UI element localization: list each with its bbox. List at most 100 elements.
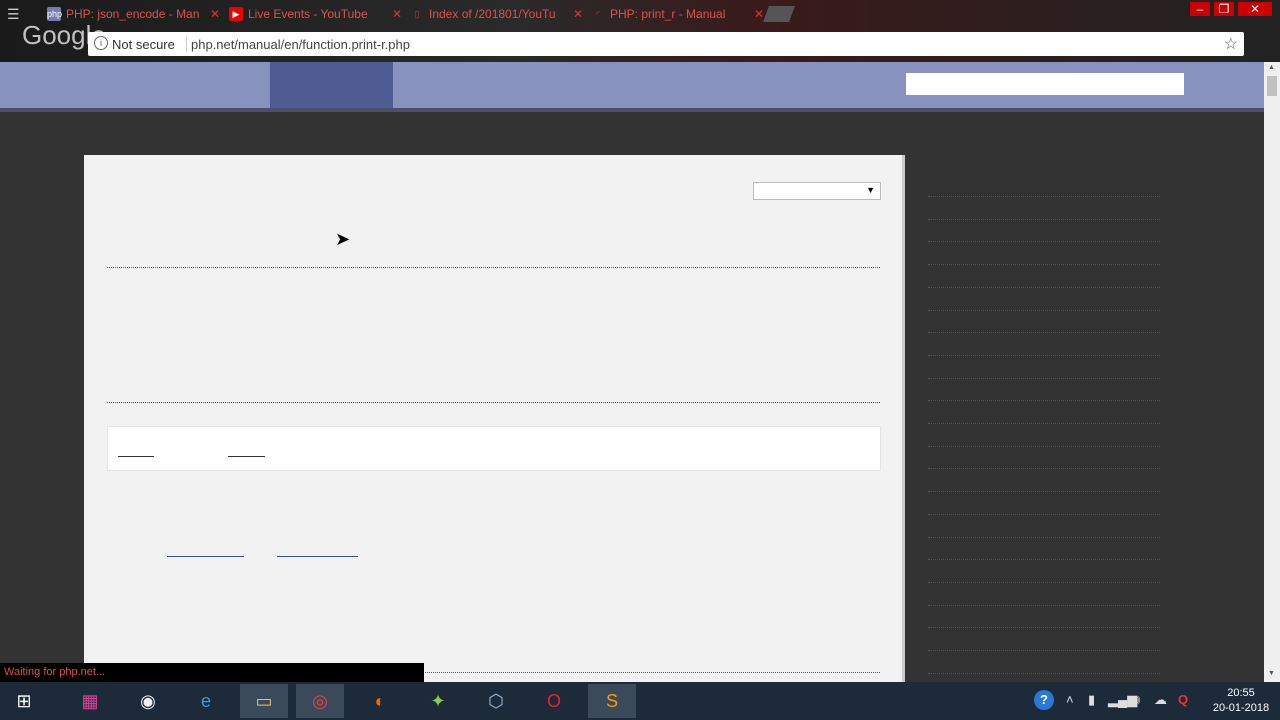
url-text[interactable]: php.net/manual/en/function.print-r.php bbox=[191, 37, 410, 52]
help-icon[interactable]: ? bbox=[1034, 690, 1054, 710]
taskbar-app-colors-app[interactable]: ▦ bbox=[66, 684, 114, 718]
sidebar-item[interactable] bbox=[928, 377, 1160, 379]
example-box bbox=[107, 426, 881, 471]
sidebar-item[interactable] bbox=[928, 286, 1160, 288]
sublime-icon: S bbox=[605, 691, 618, 711]
loading-icon: ◜ bbox=[596, 9, 600, 19]
opera-icon: O bbox=[546, 691, 561, 711]
volume-icon[interactable]: 🔊︎ bbox=[1132, 692, 1140, 708]
tab-title: PHP: print_r - Manual bbox=[610, 7, 726, 21]
battery-icon[interactable]: ▮ bbox=[1088, 692, 1095, 708]
sidebar-item[interactable] bbox=[928, 513, 1160, 515]
taskbar-app-media-app[interactable]: ◉ bbox=[124, 684, 172, 718]
folder-icon: ▭ bbox=[255, 691, 273, 711]
security-label[interactable]: Not secure bbox=[112, 37, 175, 52]
divider bbox=[107, 402, 880, 403]
close-tab-icon[interactable]: ✕ bbox=[210, 2, 220, 26]
sidebar-item[interactable] bbox=[928, 536, 1160, 538]
minimize-button[interactable]: ‒ bbox=[1190, 2, 1210, 16]
taskbar-app-android-studio[interactable]: ✦ bbox=[414, 684, 462, 718]
taskbar-app-opera[interactable]: O bbox=[530, 684, 578, 718]
chrome-icon: ◎ bbox=[312, 691, 328, 711]
chevron-down-icon: ▼ bbox=[866, 185, 875, 195]
tab-title: Index of /201801/YouTu bbox=[429, 7, 556, 21]
cloud-icon[interactable]: ☁ bbox=[1154, 692, 1167, 708]
android-icon: ✦ bbox=[430, 691, 446, 711]
sidebar-item[interactable] bbox=[928, 445, 1160, 447]
tab-print-r[interactable]: ◜ PHP: print_r - Manual ✕ bbox=[588, 2, 768, 26]
taskbar-app-ie[interactable]: e bbox=[182, 684, 230, 718]
restore-button[interactable]: ❐ bbox=[1214, 2, 1234, 16]
tab-index[interactable]: ▯ Index of /201801/YouTu ✕ bbox=[407, 2, 587, 26]
sidebar-item[interactable] bbox=[928, 627, 1160, 629]
taskbar-app-explorer[interactable]: ▭ bbox=[240, 684, 288, 718]
windows-icon: ⊞ bbox=[16, 691, 32, 711]
sidebar-item[interactable] bbox=[928, 672, 1160, 674]
sidebar-item[interactable] bbox=[928, 604, 1160, 606]
file-icon: ▯ bbox=[414, 9, 420, 19]
sidebar-item[interactable] bbox=[928, 423, 1160, 424]
disc-icon: ◉ bbox=[140, 691, 156, 711]
link-underline[interactable] bbox=[277, 556, 358, 557]
close-tab-icon[interactable]: ✕ bbox=[392, 2, 402, 26]
search-input[interactable] bbox=[906, 73, 1184, 95]
scroll-thumb[interactable] bbox=[1267, 76, 1277, 96]
show-hidden-icons[interactable]: ˄ bbox=[1066, 692, 1074, 707]
scrollbar[interactable] bbox=[1264, 62, 1280, 682]
clock-time: 20:55 bbox=[1227, 687, 1255, 699]
browser-titlebar: ☰ Google php PHP: json_encode - Man ✕ ▶ … bbox=[0, 0, 1280, 62]
sidebar-item[interactable] bbox=[928, 332, 1160, 334]
sidebar-item[interactable] bbox=[928, 650, 1160, 651]
clock-date: 20-01-2018 bbox=[1212, 702, 1270, 714]
palette-icon: ▦ bbox=[81, 691, 99, 711]
navbar-shadow bbox=[0, 108, 1264, 112]
q-app-icon[interactable]: Q bbox=[1178, 692, 1188, 707]
sidebar-item[interactable] bbox=[928, 559, 1160, 561]
youtube-icon: ▶ bbox=[229, 7, 243, 21]
sidebar-item[interactable] bbox=[928, 354, 1160, 356]
nav-item-active[interactable] bbox=[270, 62, 393, 108]
php-icon: php bbox=[47, 7, 63, 21]
scroll-up-icon[interactable]: ▲ bbox=[1268, 64, 1275, 71]
manual-content bbox=[84, 155, 905, 695]
clock[interactable]: 20:55 20-01-2018 bbox=[1206, 686, 1276, 716]
sidebar-item[interactable] bbox=[928, 196, 1160, 197]
incognito-icon[interactable]: ☰ bbox=[7, 6, 20, 23]
new-tab-button[interactable] bbox=[763, 6, 795, 22]
link-underline[interactable] bbox=[118, 456, 154, 457]
link-underline[interactable] bbox=[167, 556, 244, 557]
sidebar-nav bbox=[928, 196, 1160, 676]
sidebar-item[interactable] bbox=[928, 264, 1160, 266]
status-bar: Waiting for php.net... bbox=[0, 663, 424, 682]
taskbar-app-chrome[interactable]: ◎ bbox=[296, 684, 344, 718]
divider bbox=[107, 267, 880, 268]
sidebar-item[interactable] bbox=[928, 241, 1160, 243]
language-select[interactable]: ▼ bbox=[753, 182, 881, 200]
info-icon[interactable]: i bbox=[94, 36, 108, 50]
tab-json-encode[interactable]: php PHP: json_encode - Man ✕ bbox=[44, 2, 224, 26]
taskbar-app-sublime[interactable]: S bbox=[588, 684, 636, 718]
sidebar-item[interactable] bbox=[928, 218, 1160, 220]
sidebar-item[interactable] bbox=[928, 309, 1160, 311]
close-tab-icon[interactable]: ✕ bbox=[573, 2, 583, 26]
taskbar-app-firefox[interactable]: ◐ bbox=[356, 684, 404, 718]
firefox-icon: ◐ bbox=[374, 691, 386, 711]
close-window-button[interactable]: ✕ bbox=[1238, 2, 1272, 16]
mouse-cursor-icon: ➤ bbox=[335, 229, 351, 249]
sidebar-item[interactable] bbox=[928, 468, 1160, 470]
cube-icon: ⬡ bbox=[488, 691, 504, 711]
tab-title: Live Events - YouTube bbox=[248, 7, 368, 21]
close-tab-icon[interactable]: ✕ bbox=[754, 2, 764, 26]
address-bar[interactable]: i Not secure php.net/manual/en/function.… bbox=[88, 32, 1244, 56]
tab-title: PHP: json_encode - Man bbox=[66, 7, 200, 21]
tab-youtube[interactable]: ▶ Live Events - YouTube ✕ bbox=[226, 2, 406, 26]
taskbar-app-start[interactable]: ⊞ bbox=[0, 684, 48, 718]
sidebar-item[interactable] bbox=[928, 581, 1160, 583]
scroll-down-icon[interactable]: ▼ bbox=[1268, 670, 1275, 677]
sidebar-item[interactable] bbox=[928, 400, 1160, 402]
link-underline[interactable] bbox=[228, 456, 265, 457]
taskbar-app-cube-app[interactable]: ⬡ bbox=[472, 684, 520, 718]
divider bbox=[186, 37, 187, 52]
sidebar-item[interactable] bbox=[928, 491, 1160, 493]
bookmark-star-icon[interactable]: ☆ bbox=[1224, 34, 1238, 54]
